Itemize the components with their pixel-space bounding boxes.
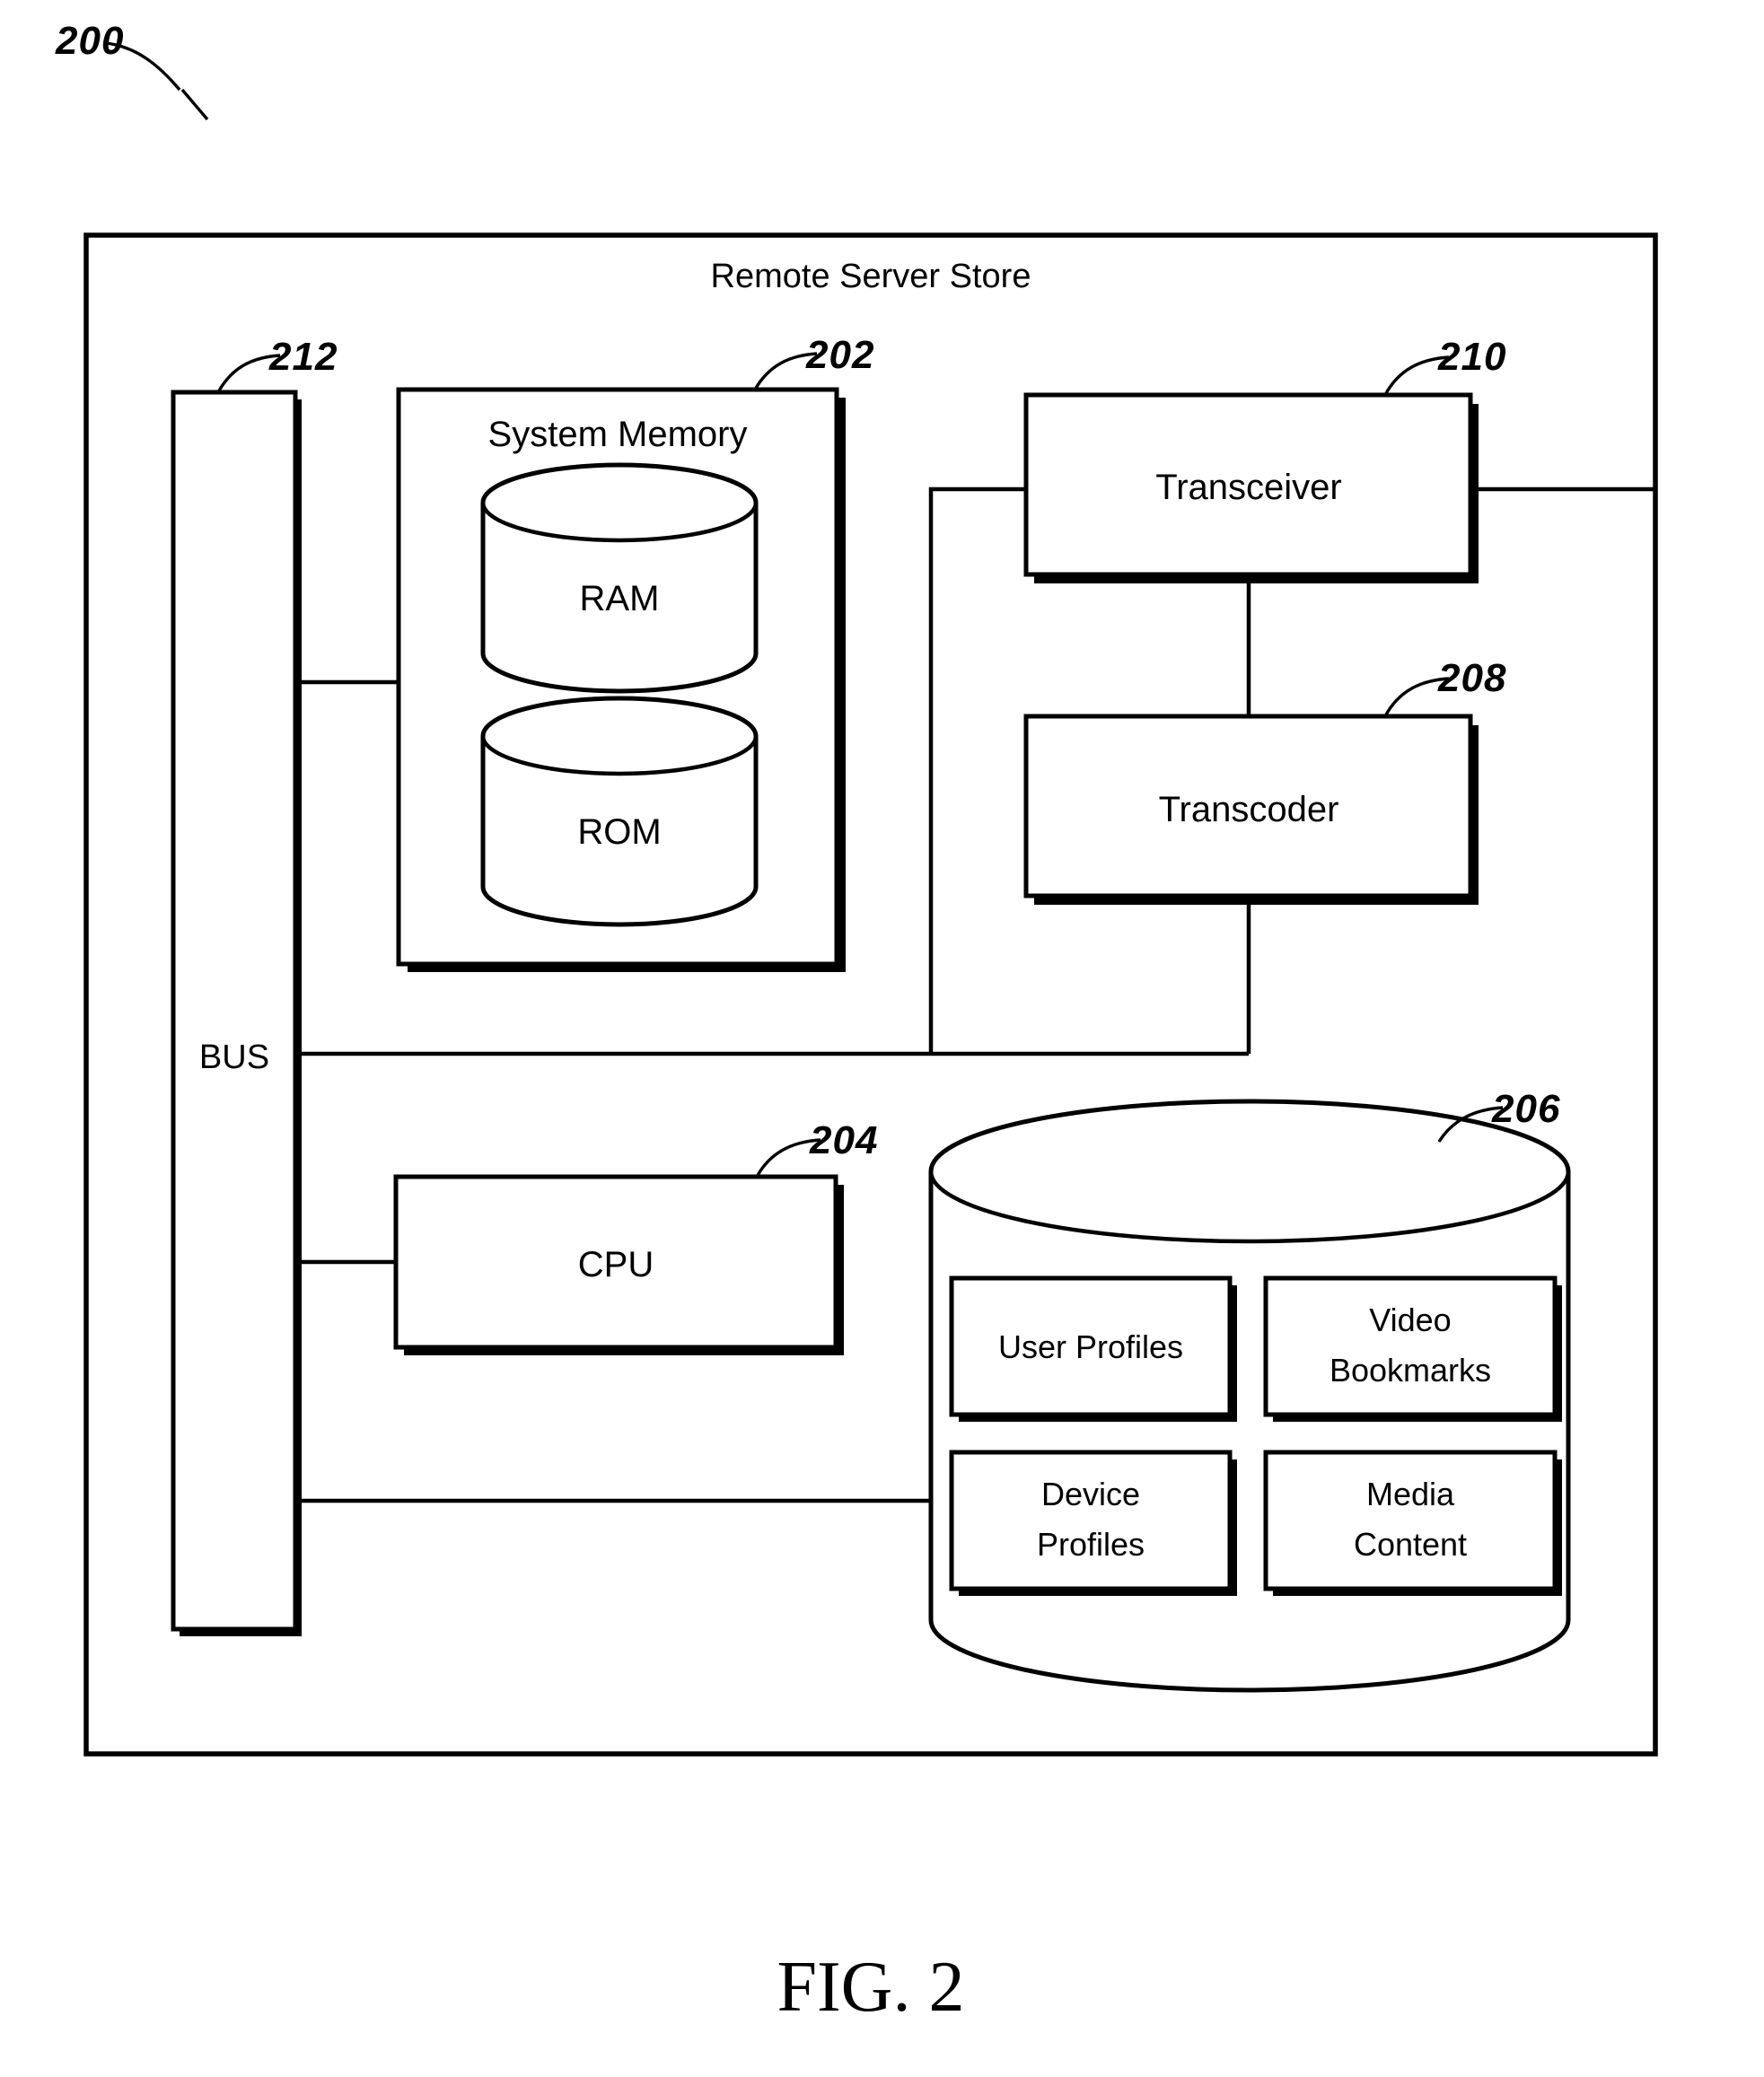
bus-block[interactable]: BUS [171, 390, 302, 1636]
outer-title-label: Remote Server Store [711, 258, 1031, 295]
ram-label: RAM [580, 579, 660, 618]
transcoder-block[interactable]: Transcoder [1023, 714, 1479, 905]
rom-label: ROM [577, 812, 661, 852]
database-item-user-profiles[interactable]: User Profiles [949, 1275, 1237, 1422]
ram-cylinder[interactable]: RAM [480, 462, 759, 694]
database-item-media-content[interactable]: Media Content [1263, 1450, 1562, 1596]
media-content-label-line1: Media [1366, 1476, 1455, 1512]
media-content-label-line2: Content [1354, 1526, 1467, 1563]
video-bookmarks-label-line1: Video [1369, 1301, 1451, 1338]
transceiver-block[interactable]: Transceiver [1023, 392, 1479, 583]
reference-200-label: 200 [55, 19, 124, 63]
ram-cylinder-body[interactable] [480, 462, 759, 694]
root-reference-callout: 200 [55, 19, 209, 121]
reference-210-label: 210 [1437, 335, 1506, 379]
reference-208-label: 208 [1437, 656, 1506, 700]
transceiver-label: Transceiver [1155, 468, 1341, 507]
reference-200-arrow-tail [180, 88, 209, 121]
bus-label: BUS [199, 1038, 269, 1076]
figure-caption: FIG. 2 [777, 1948, 965, 2027]
device-profiles-label-line1: Device [1041, 1476, 1140, 1512]
system-memory-label: System Memory [488, 415, 748, 454]
figure-canvas: 200 Remote Server Store BUS 212 System M… [55, 19, 1658, 2027]
device-profiles-label-line2: Profiles [1037, 1526, 1145, 1563]
media-content-rect[interactable] [1263, 1450, 1558, 1591]
user-profiles-label-line1: User Profiles [998, 1328, 1183, 1365]
cpu-label: CPU [578, 1245, 654, 1284]
video-bookmarks-label-line2: Bookmarks [1330, 1352, 1491, 1389]
reference-204-label: 204 [809, 1118, 878, 1162]
bus-rect[interactable] [171, 390, 298, 1632]
reference-212-label: 212 [268, 335, 338, 379]
cpu-block[interactable]: CPU [393, 1174, 844, 1355]
system-memory-block[interactable]: System Memory RAM ROM [396, 387, 846, 972]
database-item-video-bookmarks[interactable]: Video Bookmarks [1263, 1275, 1562, 1422]
video-bookmarks-rect[interactable] [1263, 1275, 1558, 1417]
database-item-device-profiles[interactable]: Device Profiles [949, 1450, 1237, 1596]
database-cylinder[interactable]: User Profiles Video Bookmarks Device Pro… [928, 1099, 1571, 1693]
patent-figure: 200 Remote Server Store BUS 212 System M… [0, 0, 1764, 2077]
rom-cylinder-body[interactable] [480, 696, 759, 927]
reference-206-label: 206 [1491, 1087, 1560, 1131]
rom-cylinder[interactable]: ROM [480, 696, 759, 927]
device-profiles-rect[interactable] [949, 1450, 1233, 1591]
reference-202-label: 202 [805, 333, 874, 377]
transcoder-label: Transcoder [1159, 790, 1339, 829]
